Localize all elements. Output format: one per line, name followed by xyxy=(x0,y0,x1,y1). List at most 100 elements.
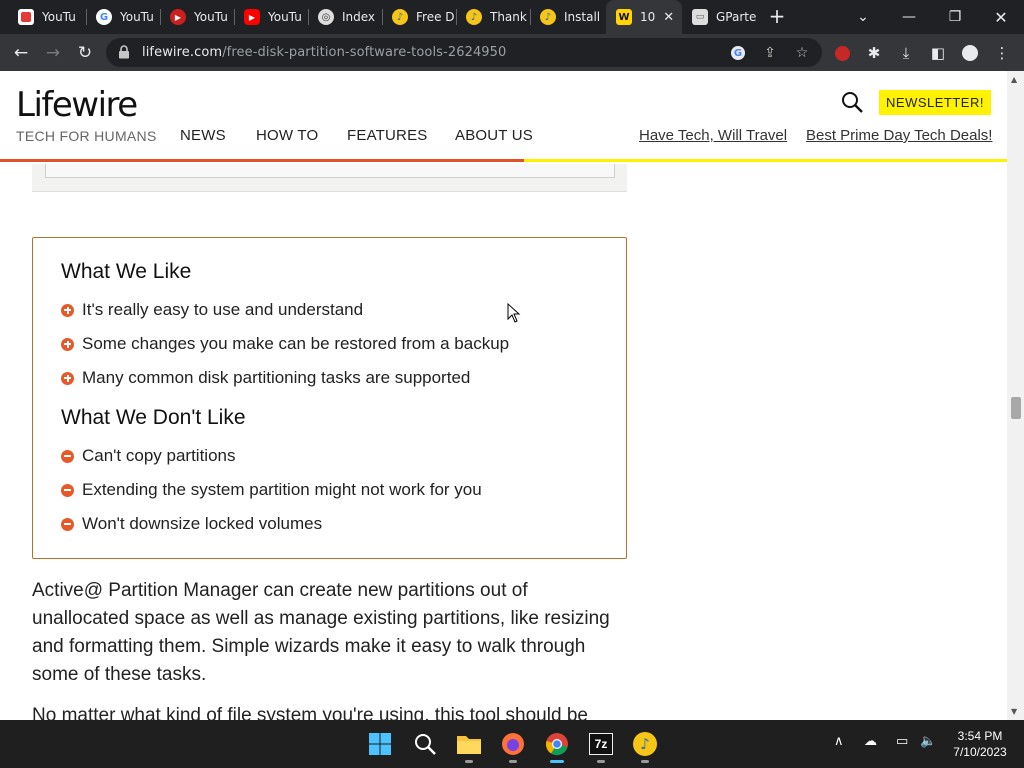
site-tagline: TECH FOR HUMANS xyxy=(16,128,157,144)
web-page: Lifewire TECH FOR HUMANS NEWS HOW TO FEA… xyxy=(0,71,1024,720)
like-item: Many common disk partitioning tasks are … xyxy=(61,368,470,388)
tab-label: GParte xyxy=(716,10,757,24)
newsletter-button[interactable]: NEWSLETTER! xyxy=(879,90,991,115)
likes-heading: What We Like xyxy=(61,260,192,283)
tab-search-icon[interactable]: ⌄ xyxy=(840,0,886,34)
site-header: Lifewire TECH FOR HUMANS NEWS HOW TO FEA… xyxy=(0,71,1007,164)
7zip-label: 7z xyxy=(589,733,613,755)
tab-gparted[interactable]: ▭ GParte xyxy=(682,0,760,34)
url-text: lifewire.com/free-disk-partition-softwar… xyxy=(142,45,506,60)
side-panel-icon[interactable]: ◧ xyxy=(927,42,949,64)
back-button[interactable]: ← xyxy=(8,40,34,66)
minus-circle-icon xyxy=(61,483,74,497)
paragraph-line: Active@ Partition Manager can create new… xyxy=(32,580,528,601)
page-scrollbar[interactable]: ▲ ▼ xyxy=(1007,71,1024,720)
like-item: It's really easy to use and understand xyxy=(61,300,363,320)
tab-youtube-music-2[interactable]: ▶ YouTu xyxy=(160,0,234,34)
google-lens-icon[interactable]: G xyxy=(728,43,748,63)
nav-news[interactable]: NEWS xyxy=(180,127,226,144)
bookmark-star-icon[interactable]: ☆ xyxy=(792,43,812,63)
sound-app-icon[interactable]: ♪ xyxy=(629,728,661,763)
profile-icon[interactable] xyxy=(959,42,981,64)
index-icon: ◎ xyxy=(318,9,334,25)
network-icon[interactable]: ▭ xyxy=(896,734,908,749)
article-screenshot xyxy=(32,164,627,192)
tab-label: YouTu xyxy=(268,10,302,24)
sound-icon: ♪ xyxy=(540,9,556,25)
reload-button[interactable]: ↻ xyxy=(72,40,98,66)
close-window-button[interactable]: ✕ xyxy=(978,0,1024,34)
tab-youtube[interactable]: ▶ YouTu xyxy=(234,0,308,34)
youtube-music-icon: ▶ xyxy=(170,9,186,25)
system-clock[interactable]: 3:54 PM 7/10/2023 xyxy=(945,728,1015,760)
menu-kebab-icon[interactable]: ⋮ xyxy=(991,42,1013,64)
download-icon[interactable]: ⤓ xyxy=(895,42,917,64)
clock-date: 7/10/2023 xyxy=(953,745,1007,759)
tab-install[interactable]: ♪ Install xyxy=(530,0,606,34)
nav-how-to[interactable]: HOW TO xyxy=(256,127,318,144)
new-tab-button[interactable]: + xyxy=(766,5,788,27)
scroll-up-arrow-icon[interactable]: ▲ xyxy=(1011,75,1017,84)
chrome-icon[interactable] xyxy=(541,728,573,763)
browser-toolbar: ← → ↻ lifewire.com/free-disk-partition-s… xyxy=(0,34,1024,71)
share-icon[interactable]: ⇪ xyxy=(760,43,780,63)
running-indicator xyxy=(597,760,605,763)
tray-overflow-chevron-icon[interactable]: ∧ xyxy=(834,734,844,749)
file-explorer-icon[interactable] xyxy=(453,728,485,763)
search-icon[interactable] xyxy=(840,90,864,114)
tab-label: YouTu xyxy=(42,10,76,24)
promo-link-prime-day[interactable]: Best Prime Day Tech Deals! xyxy=(806,127,992,144)
like-item: Some changes you make can be restored fr… xyxy=(61,334,509,354)
tab-thank[interactable]: ♪ Thank xyxy=(456,0,530,34)
like-text: Many common disk partitioning tasks are … xyxy=(82,368,471,387)
url-path: /free-disk-partition-software-tools-2624… xyxy=(222,45,507,60)
lock-icon xyxy=(119,45,129,59)
scroll-thumb[interactable] xyxy=(1011,397,1021,419)
promo-link-travel[interactable]: Have Tech, Will Travel xyxy=(639,127,787,144)
tab-youtube-music-1[interactable]: YouTu xyxy=(8,0,86,34)
tab-label: Index xyxy=(342,10,376,24)
minimize-button[interactable]: — xyxy=(886,0,932,34)
address-bar[interactable]: lifewire.com/free-disk-partition-softwar… xyxy=(106,38,822,67)
taskbar-search-icon[interactable] xyxy=(409,728,441,760)
dislike-item: Can't copy partitions xyxy=(61,446,236,466)
dislikes-heading: What We Don't Like xyxy=(61,406,246,429)
paragraph-line: and formatting them. Simple wizards make… xyxy=(32,636,586,657)
tab-google-youtube[interactable]: G YouTu xyxy=(86,0,160,34)
minus-circle-icon xyxy=(61,517,74,531)
extensions-puzzle-icon[interactable]: ✱ xyxy=(863,42,885,64)
nav-features[interactable]: FEATURES xyxy=(347,127,428,144)
youtube-icon: ▶ xyxy=(244,9,260,25)
nav-about-us[interactable]: ABOUT US xyxy=(455,127,533,144)
url-domain: lifewire.com xyxy=(142,45,223,60)
active-indicator xyxy=(550,760,564,763)
pros-cons-box: What We Like It's really easy to use and… xyxy=(32,237,627,559)
restore-button[interactable]: ❐ xyxy=(932,0,978,34)
windows-taskbar: 7z ♪ ∧ ☁ ▭ 🔈 3:54 PM 7/10/2023 xyxy=(0,720,1024,768)
reading-progress-bar xyxy=(0,159,1007,162)
volume-icon[interactable]: 🔈 xyxy=(920,734,936,749)
reading-progress-fill xyxy=(0,159,524,162)
tab-label: 10 xyxy=(640,10,656,24)
tab-free-disk[interactable]: ♪ Free D xyxy=(382,0,456,34)
paragraph-line: unallocated space as well as manage exis… xyxy=(32,608,610,629)
screenshot-window xyxy=(45,164,615,178)
windows-start-icon[interactable] xyxy=(364,728,396,760)
lifewire-logo[interactable]: Lifewire xyxy=(16,85,138,125)
like-text: It's really easy to use and understand xyxy=(82,300,364,319)
extension-red-icon[interactable] xyxy=(831,42,853,64)
tab-index[interactable]: ◎ Index xyxy=(308,0,382,34)
plus-circle-icon xyxy=(61,303,74,317)
dislike-text: Can't copy partitions xyxy=(82,446,236,465)
tab-lifewire-active[interactable]: W 10 ✕ xyxy=(606,0,682,34)
scroll-down-arrow-icon[interactable]: ▼ xyxy=(1011,707,1017,716)
paragraph-line: some of these tasks. xyxy=(32,664,207,685)
like-text: Some changes you make can be restored fr… xyxy=(82,334,510,353)
gparted-icon: ▭ xyxy=(692,9,708,25)
close-tab-icon[interactable]: ✕ xyxy=(663,10,674,25)
firefox-icon[interactable] xyxy=(497,728,529,763)
forward-button[interactable]: → xyxy=(40,40,66,66)
cloud-offline-icon[interactable]: ☁ xyxy=(864,734,877,749)
tab-strip: YouTu G YouTu ▶ YouTu ▶ YouTu ◎ Index ♪ … xyxy=(0,0,1024,34)
7zip-icon[interactable]: 7z xyxy=(585,728,617,763)
